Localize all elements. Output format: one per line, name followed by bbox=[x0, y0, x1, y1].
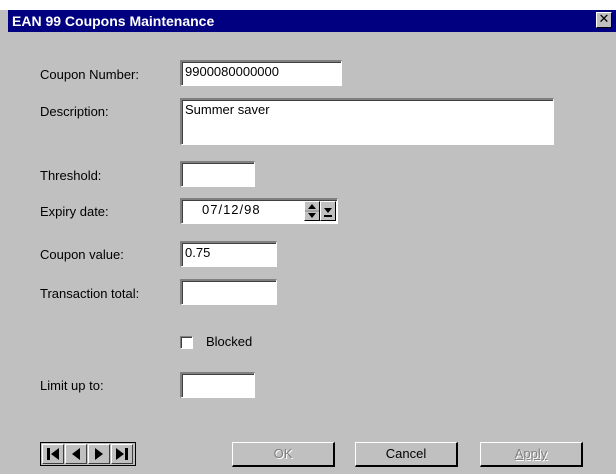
description-field[interactable]: Summer saver bbox=[180, 98, 554, 145]
dropdown-arrow-icon bbox=[324, 208, 332, 217]
previous-record-icon bbox=[72, 448, 80, 460]
last-record-button[interactable] bbox=[111, 444, 133, 464]
transaction-total-field[interactable] bbox=[180, 279, 277, 305]
threshold-field[interactable] bbox=[180, 161, 255, 187]
expiry-date-label: Expiry date: bbox=[40, 204, 109, 219]
cancel-button[interactable]: Cancel bbox=[355, 442, 458, 467]
date-spin-button[interactable] bbox=[304, 201, 320, 221]
last-record-icon bbox=[116, 448, 128, 460]
ok-button[interactable]: OK bbox=[232, 442, 335, 467]
description-label: Description: bbox=[40, 104, 109, 119]
threshold-label: Threshold: bbox=[40, 168, 102, 183]
title-bar[interactable]: EAN 99 Coupons Maintenance ✕ bbox=[8, 10, 616, 32]
first-record-icon bbox=[47, 448, 59, 460]
blocked-label[interactable]: Blocked bbox=[206, 334, 252, 349]
transaction-total-label: Transaction total: bbox=[40, 286, 140, 301]
limit-up-to-field[interactable] bbox=[180, 372, 255, 398]
previous-record-button[interactable] bbox=[65, 444, 87, 464]
coupons-dialog: EAN 99 Coupons Maintenance ✕ Coupon Numb… bbox=[0, 10, 616, 474]
close-icon: ✕ bbox=[598, 12, 610, 27]
limit-up-to-label: Limit up to: bbox=[40, 378, 104, 393]
coupon-number-label: Coupon Number: bbox=[40, 67, 139, 82]
coupon-value-field[interactable]: 0.75 bbox=[180, 241, 277, 267]
window-title: EAN 99 Coupons Maintenance bbox=[12, 13, 215, 29]
coupon-value-label: Coupon value: bbox=[40, 247, 124, 262]
first-record-button[interactable] bbox=[42, 444, 64, 464]
expiry-date-value: 07/12/98 bbox=[202, 202, 261, 217]
next-record-icon bbox=[95, 448, 103, 460]
blocked-checkbox[interactable] bbox=[180, 336, 193, 349]
apply-label: Apply bbox=[514, 446, 548, 461]
coupon-number-field[interactable]: 9900080000000 bbox=[180, 60, 342, 86]
apply-button[interactable]: Apply bbox=[480, 442, 583, 467]
record-navigator bbox=[40, 442, 136, 466]
background-strip bbox=[0, 0, 616, 10]
date-dropdown-button[interactable] bbox=[320, 201, 336, 221]
close-button[interactable]: ✕ bbox=[596, 12, 612, 28]
next-record-button[interactable] bbox=[88, 444, 110, 464]
spin-arrows-icon bbox=[305, 204, 319, 218]
